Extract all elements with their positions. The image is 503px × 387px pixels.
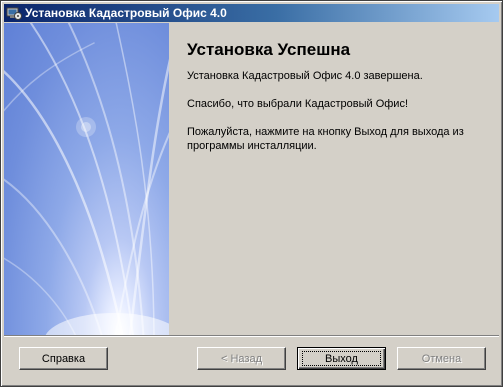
back-button[interactable]: < Назад: [197, 347, 286, 370]
exit-button-label: Выход: [325, 352, 358, 365]
exit-button[interactable]: Выход: [297, 347, 386, 370]
cancel-button-label: Отмена: [421, 352, 462, 365]
window-title: Установка Кадастровый Офис 4.0: [25, 6, 227, 20]
exit-instruction-message: Пожалуйста, нажмите на кнопку Выход для …: [187, 126, 464, 152]
installer-icon[interactable]: [6, 5, 22, 21]
installer-window: Установка Кадастровый Офис 4.0 Установка…: [0, 0, 503, 387]
completion-message: Установка Кадастровый Офис 4.0 завершена…: [187, 70, 423, 82]
help-button-label: Справка: [41, 352, 86, 365]
button-separator: [4, 335, 499, 337]
cancel-button[interactable]: Отмена: [397, 347, 486, 370]
content-area: Установка Успешна Установка Кадастровый …: [169, 23, 499, 335]
thank-you-message: Спасибо, что выбрали Кадастровый Офис!: [187, 98, 409, 110]
page-title: Установка Успешна: [187, 40, 351, 59]
title-bar[interactable]: Установка Кадастровый Офис 4.0: [4, 4, 499, 22]
side-banner-image: [4, 23, 169, 335]
back-button-label: < Назад: [221, 352, 262, 365]
help-button[interactable]: Справка: [19, 347, 108, 370]
